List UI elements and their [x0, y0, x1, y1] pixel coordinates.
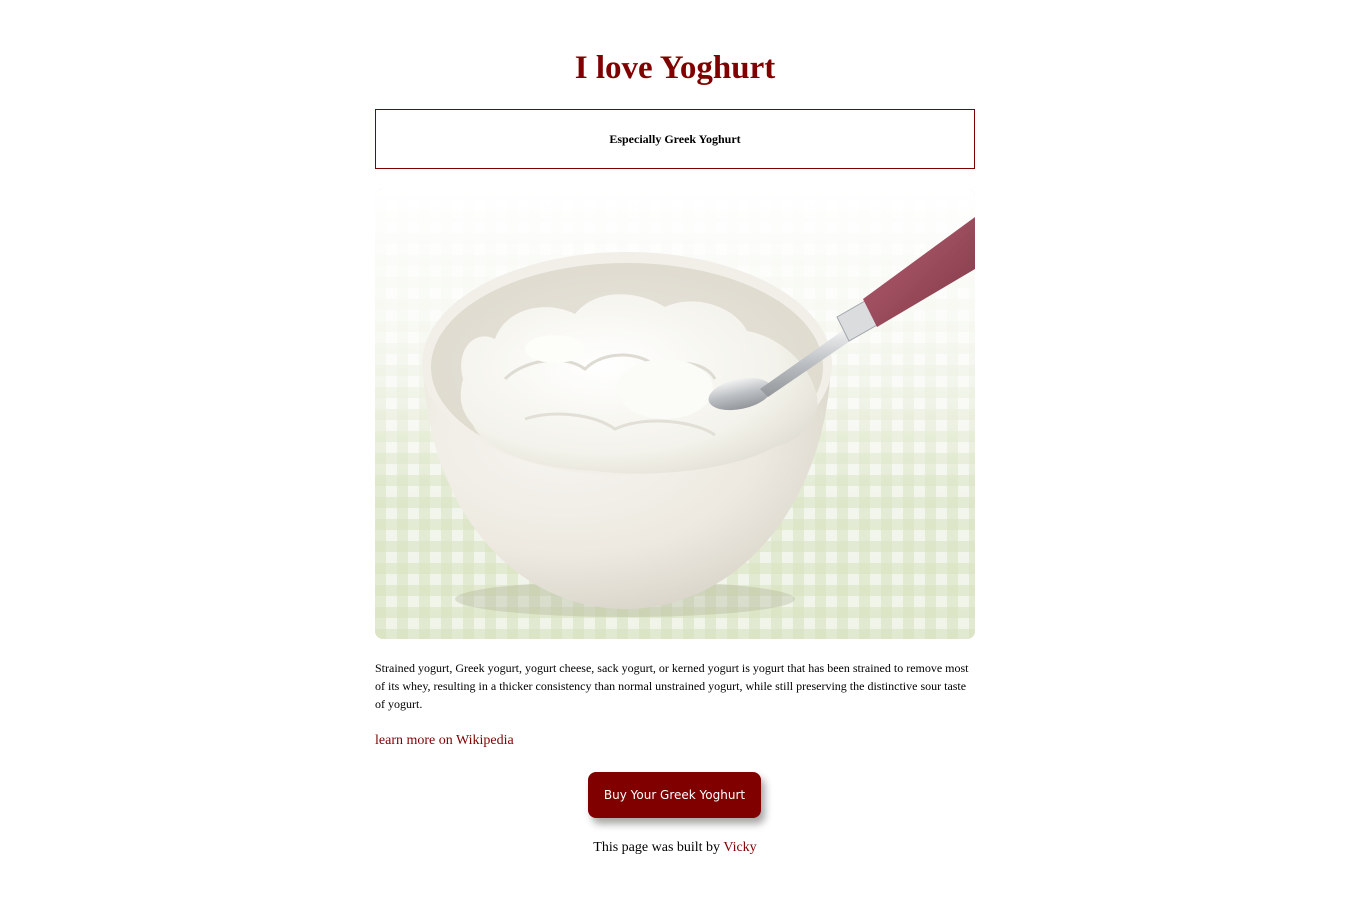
yoghurt-image — [375, 189, 975, 639]
footer-text: This page was built by — [593, 840, 721, 855]
footer: This page was built by Vicky — [375, 839, 975, 857]
wikipedia-link[interactable]: learn more on Wikipedia — [375, 732, 514, 750]
author-link[interactable]: Vicky — [723, 840, 756, 855]
subtitle-box: Especially Greek Yoghurt — [375, 109, 975, 169]
page-subtitle: Especially Greek Yoghurt — [609, 131, 741, 146]
description-text: Strained yogurt, Greek yogurt, yogurt ch… — [375, 661, 969, 711]
buy-yoghurt-button[interactable]: Buy Your Greek Yoghurt — [588, 772, 761, 818]
page-title: I love Yoghurt — [574, 50, 776, 86]
